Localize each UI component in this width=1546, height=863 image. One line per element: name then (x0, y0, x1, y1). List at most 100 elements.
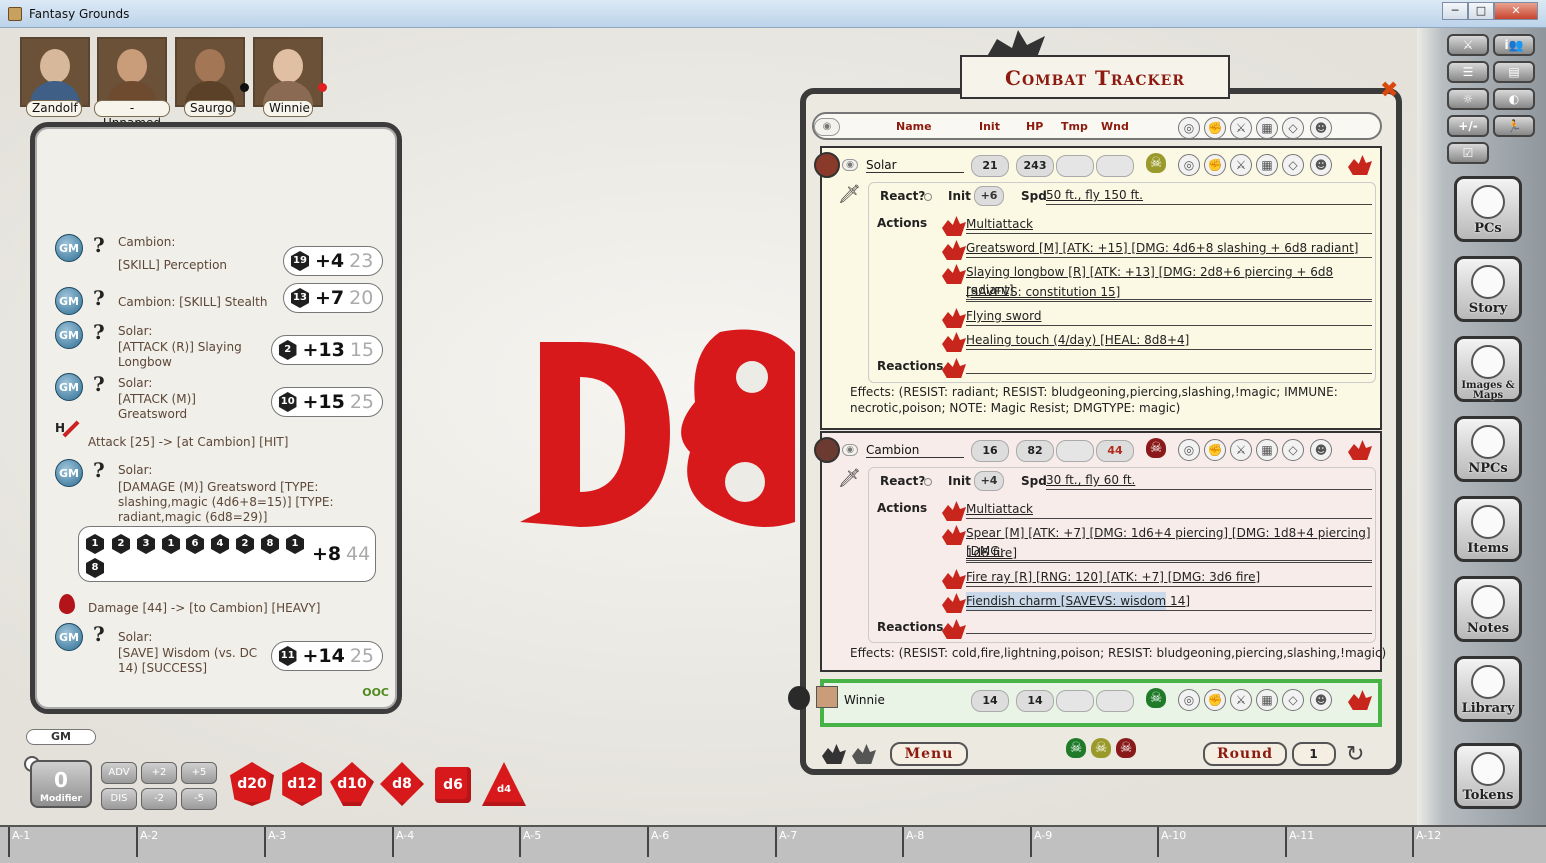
hotkey-slot[interactable]: A-5 (519, 827, 647, 857)
init-cell[interactable]: 14 (971, 690, 1009, 712)
sidebar-pcs-button[interactable]: PCs (1454, 176, 1522, 242)
reaction-empty[interactable] (966, 356, 1372, 374)
minus2-button[interactable]: -2 (141, 788, 177, 810)
menu-button[interactable]: Menu (890, 742, 968, 766)
portrait-saurgol[interactable] (175, 37, 245, 107)
head-icon[interactable]: ☻ (1310, 689, 1332, 711)
identity-tag[interactable]: GM (26, 729, 96, 745)
combatant-name[interactable]: Cambion (866, 443, 964, 458)
hotkey-slot[interactable]: A-9 (1030, 827, 1157, 857)
tmp-cell[interactable] (1056, 440, 1094, 462)
plus2-button[interactable]: +2 (141, 762, 177, 784)
sidebar-table-icon[interactable]: ▤ (1493, 61, 1535, 83)
eye-icon[interactable]: ◉ (842, 444, 858, 456)
hotkey-slot[interactable]: A-1 (8, 827, 136, 857)
target-icon[interactable]: ◎ (1178, 689, 1200, 711)
modifier-box[interactable]: 0 Modifier (30, 760, 92, 808)
action-item-selected[interactable]: Fiendish charm [SAVEVS: wisdom 14] (966, 592, 1372, 611)
next-turn-icon[interactable]: ↻ (1346, 742, 1364, 767)
sword-icon[interactable]: ⚔ (1230, 154, 1252, 176)
fist-icon[interactable]: ✊ (1204, 689, 1226, 711)
sidebar-tokens-button[interactable]: Tokens (1454, 743, 1522, 809)
fist-icon[interactable]: ✊ (1204, 439, 1226, 461)
sidebar-items-button[interactable]: Items (1454, 496, 1522, 562)
skull-green-icon[interactable]: ☠ (1066, 738, 1086, 758)
reaction-empty[interactable] (966, 616, 1372, 634)
hotkey-slot[interactable]: A-6 (647, 827, 775, 857)
minus5-button[interactable]: -5 (181, 788, 217, 810)
sidebar-effects-icon[interactable]: ☼ (1447, 88, 1489, 110)
skull-yellow-icon[interactable]: ☠ (1091, 738, 1111, 758)
combatant-name[interactable]: Winnie (844, 693, 885, 707)
react-radio[interactable] (924, 193, 932, 201)
action-item[interactable]: Multiattack (966, 500, 1372, 519)
target-icon[interactable]: ◎ (1178, 439, 1200, 461)
sidebar-notes-button[interactable]: Notes (1454, 576, 1522, 642)
hp-cell[interactable]: 14 (1016, 690, 1054, 712)
fist-icon[interactable]: ✊ (1204, 117, 1226, 139)
head-icon[interactable]: ☻ (1310, 117, 1332, 139)
target-icon[interactable]: ◎ (1178, 117, 1200, 139)
action-item[interactable]: 1d6 fire] (966, 544, 1372, 563)
eye-icon[interactable]: ◉ (814, 118, 840, 136)
token-icon[interactable] (814, 152, 840, 178)
portrait-zandolf[interactable] (20, 37, 90, 107)
sidebar-list-icon[interactable]: ☰ (1447, 61, 1489, 83)
action-item[interactable]: [SAVEVS: constitution 15] (966, 283, 1372, 302)
sidebar-party-icon[interactable]: i👥 (1493, 34, 1535, 56)
hotkey-slot[interactable]: A-12 (1412, 827, 1538, 857)
hotkey-slot[interactable]: A-2 (136, 827, 264, 857)
speed-value[interactable]: 50 ft., fly 150 ft. (1046, 186, 1372, 205)
init-mod[interactable]: +6 (974, 186, 1004, 206)
sidebar-lighting-icon[interactable]: ◐ (1493, 88, 1535, 110)
grid-icon[interactable]: ◇ (1282, 154, 1304, 176)
skull-red-icon[interactable]: ☠ (1116, 738, 1136, 758)
head-icon[interactable]: ☻ (1310, 154, 1332, 176)
init-cell[interactable]: 21 (971, 155, 1009, 177)
sword-icon[interactable]: ⚔ (1230, 689, 1252, 711)
ooc-toggle[interactable]: OOC (362, 686, 389, 699)
checker-icon[interactable]: ▦ (1256, 689, 1278, 711)
grid-icon[interactable]: ◇ (1282, 117, 1304, 139)
sidebar-combat-icon[interactable]: ⚔ (1447, 34, 1489, 56)
fist-icon[interactable]: ✊ (1204, 154, 1226, 176)
chat-log[interactable]: GM ? Cambion: [SKILL] Perception 19 +4 23 … (45, 151, 387, 681)
sidebar-library-button[interactable]: Library (1454, 656, 1522, 722)
action-item[interactable]: Flying sword (966, 307, 1372, 326)
target-icon[interactable]: ◎ (1178, 154, 1200, 176)
token-icon[interactable] (814, 437, 840, 463)
minimize-button[interactable]: ─ (1442, 2, 1468, 20)
wnd-cell[interactable] (1096, 690, 1134, 712)
portrait-unnamed[interactable] (97, 37, 167, 107)
action-item[interactable]: Healing touch (4/day) [HEAL: 8d8+4] (966, 331, 1372, 350)
checker-icon[interactable]: ▦ (1256, 154, 1278, 176)
eye-icon[interactable]: ◉ (842, 159, 858, 171)
sidebar-images-button[interactable]: Images & Maps (1454, 336, 1522, 402)
grid-icon[interactable]: ◇ (1282, 689, 1304, 711)
adv-button[interactable]: ADV (101, 762, 137, 784)
tmp-cell[interactable] (1056, 155, 1094, 177)
action-item[interactable]: Fire ray [R] [RNG: 120] [ATK: +7] [DMG: … (966, 568, 1372, 587)
react-radio[interactable] (924, 478, 932, 486)
dis-button[interactable]: DIS (101, 788, 137, 810)
tmp-cell[interactable] (1056, 690, 1094, 712)
wnd-cell[interactable]: 44 (1096, 440, 1134, 462)
portrait-winnie[interactable] (253, 37, 323, 107)
action-item[interactable]: Multiattack (966, 215, 1372, 234)
init-mod[interactable]: +4 (974, 471, 1004, 491)
sidebar-modifiers-icon[interactable]: +/- (1447, 115, 1489, 137)
round-counter[interactable]: 1 (1292, 742, 1336, 766)
head-icon[interactable]: ☻ (1310, 439, 1332, 461)
speed-value[interactable]: 30 ft., fly 60 ft. (1046, 471, 1372, 490)
token-icon[interactable] (816, 686, 838, 708)
wnd-cell[interactable] (1096, 155, 1134, 177)
tracker-close-icon[interactable]: ✖ (1380, 78, 1398, 103)
sidebar-movement-icon[interactable]: 🏃 (1493, 115, 1535, 137)
hp-cell[interactable]: 243 (1016, 155, 1054, 177)
action-item[interactable]: Greatsword [M] [ATK: +15] [DMG: 4d6+8 sl… (966, 239, 1372, 258)
hotkey-slot[interactable]: A-11 (1285, 827, 1412, 857)
close-button[interactable]: ✕ (1494, 2, 1538, 20)
hotkey-slot[interactable]: A-4 (392, 827, 519, 857)
hotkey-slot[interactable]: A-7 (775, 827, 902, 857)
sidebar-story-button[interactable]: Story (1454, 256, 1522, 322)
